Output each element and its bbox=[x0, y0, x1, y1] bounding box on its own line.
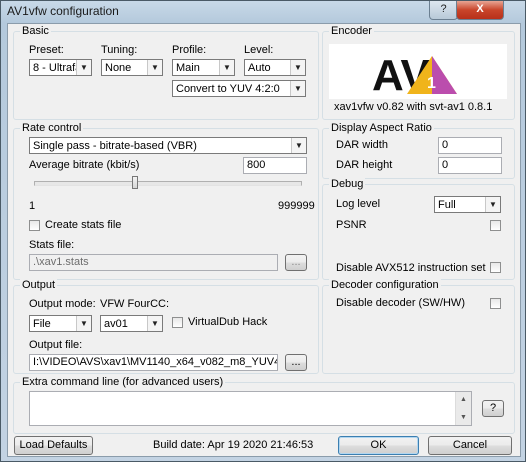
rate-control-group: Rate control Single pass - bitrate-based… bbox=[13, 122, 319, 280]
log-level-label: Log level bbox=[336, 198, 381, 210]
vdub-hack-checkbox[interactable] bbox=[172, 317, 183, 328]
fourcc-value: av01 bbox=[104, 318, 128, 330]
debug-group: Debug Log level Full ▼ PSNR Disable AVX5… bbox=[322, 178, 515, 280]
dar-group-label: Display Aspect Ratio bbox=[329, 122, 434, 134]
title-bar[interactable]: AV1vfw configuration ? X bbox=[1, 1, 525, 23]
chevron-down-icon: ▼ bbox=[147, 316, 162, 331]
dar-width-input[interactable]: 0 bbox=[438, 137, 502, 154]
chevron-down-icon: ▼ bbox=[219, 60, 234, 75]
extra-cmdline-scrollbar[interactable]: ▲ ▼ bbox=[455, 392, 471, 425]
client-area: Basic Preset: 8 - Ultrafast ▼ Tuning: No… bbox=[7, 23, 521, 457]
rate-mode-value: Single pass - bitrate-based (VBR) bbox=[33, 140, 197, 152]
extra-cmdline-group-label: Extra command line (for advanced users) bbox=[20, 376, 226, 388]
colorspace-value: Convert to YUV 4:2:0 bbox=[176, 83, 280, 95]
psnr-label: PSNR bbox=[336, 219, 367, 231]
extra-help-button[interactable]: ? bbox=[482, 400, 504, 417]
output-group: Output Output mode: File ▼ VFW FourCC: a… bbox=[13, 279, 319, 374]
vdub-hack-label: VirtualDub Hack bbox=[188, 316, 268, 328]
log-level-value: Full bbox=[438, 199, 456, 211]
stats-browse-button[interactable]: ... bbox=[285, 254, 307, 271]
colorspace-select[interactable]: Convert to YUV 4:2:0 ▼ bbox=[172, 80, 306, 97]
help-caption-button[interactable]: ? bbox=[429, 1, 458, 20]
slider-min-label: 1 bbox=[29, 200, 36, 212]
dialog-window: AV1vfw configuration ? X Basic Preset: 8… bbox=[0, 0, 526, 462]
stats-file-label: Stats file: bbox=[29, 239, 75, 251]
output-file-label: Output file: bbox=[29, 339, 83, 351]
ok-button[interactable]: OK bbox=[338, 436, 419, 455]
tuning-label: Tuning: bbox=[101, 44, 138, 56]
output-file-input[interactable]: I:\VIDEO\AVS\xav1\MV1140_x64_v082_m8_YUV… bbox=[29, 354, 278, 371]
profile-select[interactable]: Main ▼ bbox=[172, 59, 235, 76]
fourcc-select[interactable]: av01 ▼ bbox=[100, 315, 163, 332]
output-mode-select[interactable]: File ▼ bbox=[29, 315, 92, 332]
tuning-select[interactable]: None ▼ bbox=[101, 59, 163, 76]
log-level-select[interactable]: Full ▼ bbox=[434, 196, 501, 213]
profile-value: Main bbox=[176, 62, 200, 74]
output-group-label: Output bbox=[20, 279, 58, 291]
debug-group-label: Debug bbox=[329, 178, 366, 190]
scroll-up-icon[interactable]: ▲ bbox=[456, 392, 471, 407]
chevron-down-icon: ▼ bbox=[485, 197, 500, 212]
create-stats-checkbox[interactable] bbox=[29, 220, 40, 231]
extra-cmdline-textarea[interactable]: ▲ ▼ bbox=[29, 391, 472, 426]
preset-label: Preset: bbox=[29, 44, 64, 56]
chevron-down-icon: ▼ bbox=[147, 60, 162, 75]
level-value: Auto bbox=[248, 62, 271, 74]
stats-file-input[interactable]: .\xav1.stats bbox=[29, 254, 278, 271]
extra-cmdline-group: Extra command line (for advanced users) … bbox=[13, 376, 515, 434]
encoder-group-label: Encoder bbox=[329, 25, 374, 37]
slider-max-label: 999999 bbox=[278, 200, 315, 212]
dar-group: Display Aspect Ratio DAR width 0 DAR hei… bbox=[322, 122, 515, 179]
rate-mode-select[interactable]: Single pass - bitrate-based (VBR) ▼ bbox=[29, 137, 307, 154]
bitrate-label: Average bitrate (kbit/s) bbox=[29, 159, 140, 171]
scroll-down-icon[interactable]: ▼ bbox=[456, 410, 471, 425]
bitrate-input[interactable]: 800 bbox=[243, 157, 307, 174]
av1-logo-icon: AV 1 bbox=[372, 51, 457, 100]
chevron-down-icon: ▼ bbox=[76, 316, 91, 331]
dar-height-input[interactable]: 0 bbox=[438, 157, 502, 174]
dar-width-label: DAR width bbox=[336, 139, 388, 151]
decoder-group-label: Decoder configuration bbox=[329, 279, 441, 291]
basic-group: Basic Preset: 8 - Ultrafast ▼ Tuning: No… bbox=[13, 25, 319, 120]
rate-control-group-label: Rate control bbox=[20, 122, 84, 134]
disable-decoder-label: Disable decoder (SW/HW) bbox=[336, 297, 465, 309]
psnr-checkbox[interactable] bbox=[490, 220, 501, 231]
encoder-version: xav1vfw v0.82 with svt-av1 0.8.1 bbox=[334, 101, 493, 113]
bitrate-slider-thumb[interactable] bbox=[132, 176, 138, 189]
output-browse-button[interactable]: ... bbox=[285, 354, 307, 371]
profile-label: Profile: bbox=[172, 44, 207, 56]
cancel-button[interactable]: Cancel bbox=[428, 436, 512, 455]
chevron-down-icon: ▼ bbox=[291, 138, 306, 153]
level-label: Level: bbox=[244, 44, 274, 56]
tuning-value: None bbox=[105, 62, 132, 74]
preset-select[interactable]: 8 - Ultrafast ▼ bbox=[29, 59, 92, 76]
avx512-checkbox[interactable] bbox=[490, 262, 501, 273]
chevron-down-icon: ▼ bbox=[290, 81, 305, 96]
bitrate-slider-track[interactable] bbox=[34, 181, 302, 186]
output-mode-value: File bbox=[33, 318, 51, 330]
output-mode-label: Output mode: bbox=[29, 298, 96, 310]
svg-text:1: 1 bbox=[427, 75, 436, 92]
create-stats-label: Create stats file bbox=[45, 219, 122, 231]
window-title: AV1vfw configuration bbox=[7, 4, 119, 18]
avx512-label: Disable AVX512 instruction set bbox=[336, 262, 486, 274]
basic-group-label: Basic bbox=[20, 25, 51, 37]
level-select[interactable]: Auto ▼ bbox=[244, 59, 306, 76]
av1-logo: AV 1 bbox=[329, 44, 507, 100]
chevron-down-icon: ▼ bbox=[76, 60, 91, 75]
decoder-group: Decoder configuration Disable decoder (S… bbox=[322, 279, 515, 374]
close-button[interactable]: X bbox=[456, 1, 504, 20]
fourcc-label: VFW FourCC: bbox=[100, 298, 170, 310]
chevron-down-icon: ▼ bbox=[290, 60, 305, 75]
build-date-label: Build date: Apr 19 2020 21:46:53 bbox=[153, 439, 314, 451]
dar-height-label: DAR height bbox=[336, 159, 393, 171]
load-defaults-button[interactable]: Load Defaults bbox=[14, 436, 93, 455]
disable-decoder-checkbox[interactable] bbox=[490, 298, 501, 309]
